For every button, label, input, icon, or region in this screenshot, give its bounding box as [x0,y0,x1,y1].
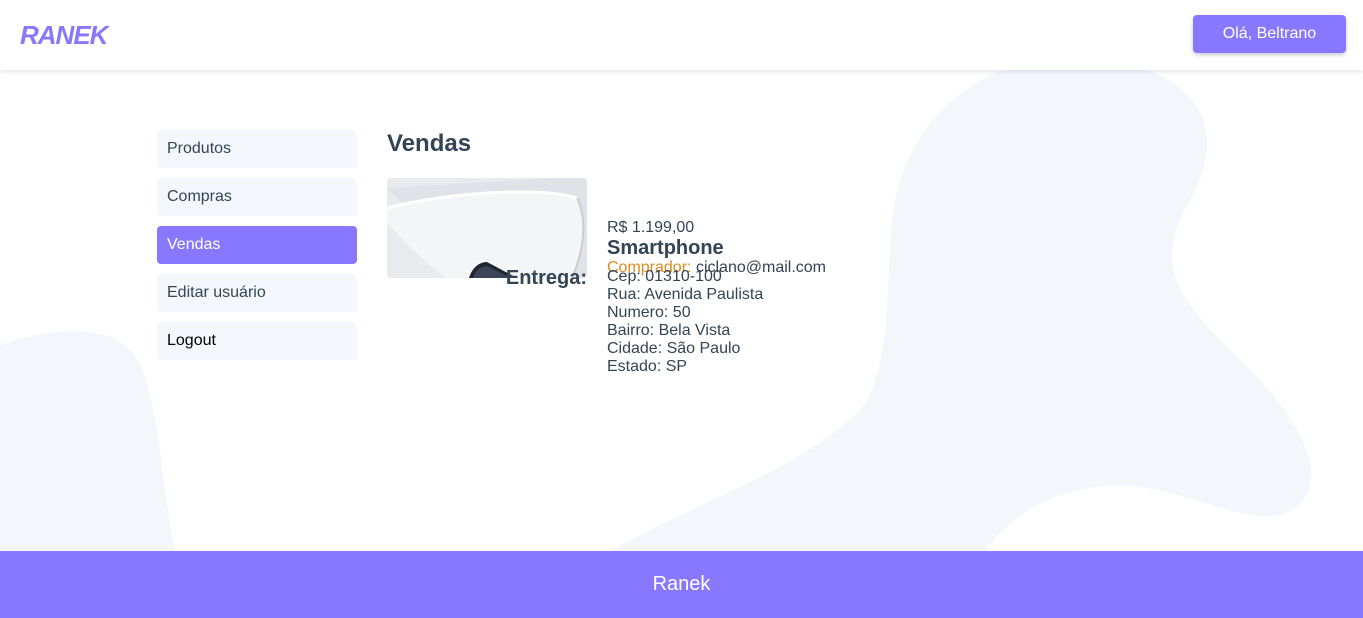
address-cidade: Cidade: São Paulo [607,340,741,357]
address-numero: Numero: 50 [607,304,691,321]
page-footer: Ranek [0,551,1363,618]
footer-text: Ranek [652,573,711,595]
logo-text: RANEK [20,22,110,46]
sidebar-item-logout[interactable]: Logout [157,322,357,360]
address-estado: Estado: SP [607,358,688,375]
sidebar-item-vendas[interactable]: Vendas [157,226,357,264]
product-photo [387,178,587,278]
product-image[interactable] [387,178,587,278]
sidebar-item-produtos[interactable]: Produtos [157,130,357,168]
background-blob-left [0,331,175,551]
delivery-label: Entrega: [505,267,587,289]
address-rua: Rua: Avenida Paulista [607,286,764,303]
address-cep: Cep: 01310-100 [607,268,722,285]
user-account-button[interactable]: Olá, Beltrano [1193,15,1346,53]
account-sidebar: Produtos Compras Vendas Editar usuário L… [157,130,357,370]
product-name[interactable]: Smartphone [607,238,987,258]
top-header: RANEK Olá, Beltrano [0,0,1363,70]
delivery-address: Cep: 01310-100 Rua: Avenida Paulista Num… [607,268,987,376]
main-content: Vendas R$ 1.199,00 Smartphone Comprador:… [387,128,987,375]
ranek-logo[interactable]: RANEK [20,22,110,46]
sidebar-item-editar-usuario[interactable]: Editar usuário [157,274,357,312]
sidebar-item-compras[interactable]: Compras [157,178,357,216]
page-title: Vendas [387,130,472,157]
address-bairro: Bairro: Bela Vista [607,322,731,339]
product-price: R$ 1.199,00 [607,219,695,236]
